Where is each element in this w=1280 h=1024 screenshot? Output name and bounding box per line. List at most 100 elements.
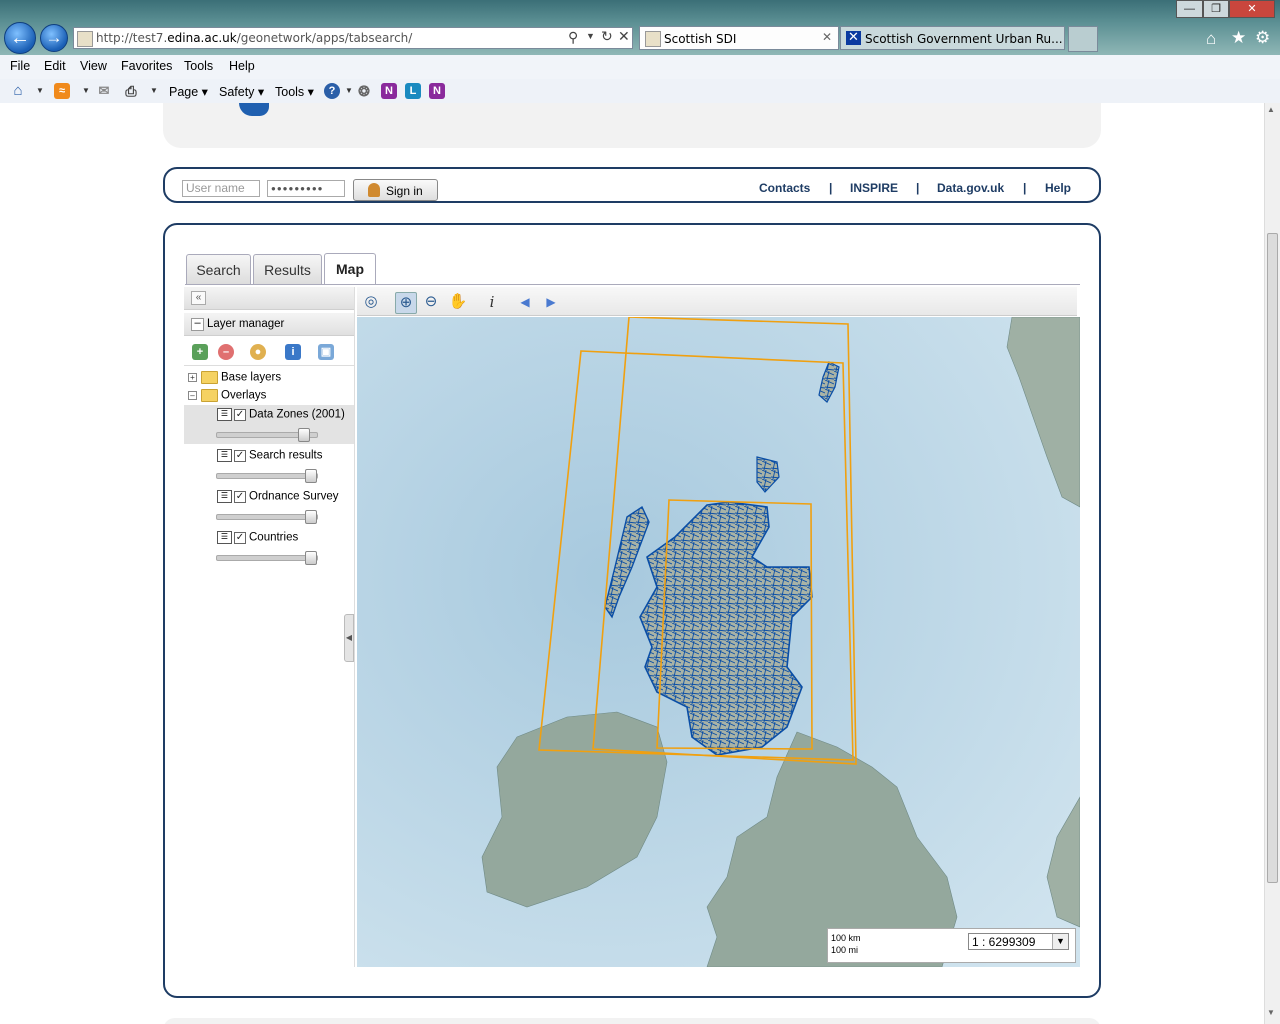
print-icon[interactable]: ⎙	[123, 83, 139, 99]
legend-icon[interactable]: ☰	[217, 408, 232, 421]
legend-icon[interactable]: ☰	[217, 531, 232, 544]
search-icon[interactable]: ⚲	[568, 29, 578, 46]
signin-button[interactable]: Sign in	[353, 179, 438, 201]
collapse-layer-manager-button[interactable]: –	[191, 318, 204, 331]
user-icon	[368, 183, 380, 197]
home-icon[interactable]: ⌂	[1206, 29, 1216, 49]
page-icon	[77, 31, 93, 47]
onenote-linked-icon[interactable]: N	[429, 83, 445, 99]
help-link[interactable]: Help	[1045, 181, 1071, 195]
pan-hand-icon[interactable]: ✋	[448, 292, 468, 312]
tree-overlays[interactable]: – Overlays	[188, 389, 266, 402]
split-collapse-handle[interactable]: ◀	[344, 614, 354, 662]
menu-view[interactable]: View	[80, 59, 107, 73]
new-tab-button[interactable]	[1068, 26, 1098, 52]
datagovuk-link[interactable]: Data.gov.uk	[937, 181, 1004, 195]
slider-handle[interactable]	[305, 469, 317, 483]
layer-checkbox[interactable]: ✓	[234, 531, 246, 544]
menu-file[interactable]: File	[10, 59, 30, 73]
dropdown-arrow-icon[interactable]: ▼	[78, 83, 94, 99]
forward-button[interactable]: →	[40, 24, 68, 52]
legend-icon[interactable]: ☰	[217, 490, 232, 503]
tab-search[interactable]: Search	[186, 254, 251, 285]
close-tab-icon[interactable]: ✕	[822, 30, 832, 44]
back-button[interactable]: ←	[4, 22, 36, 54]
remove-layer-icon[interactable]: –	[218, 344, 234, 360]
layer-checkbox[interactable]: ✓	[234, 449, 246, 462]
slider-handle[interactable]	[298, 428, 310, 442]
menu-tools[interactable]: Tools	[184, 59, 213, 73]
stop-icon[interactable]: ✕	[618, 28, 630, 45]
layer-info-icon[interactable]: i	[285, 344, 301, 360]
dropdown-arrow-icon[interactable]: ▼	[586, 31, 595, 41]
help-icon[interactable]: ?	[324, 83, 340, 99]
rss-feed-icon[interactable]: ≈	[54, 83, 70, 99]
address-bar[interactable]: http://test7.edina.ac.uk/geonetwork/apps…	[73, 27, 633, 49]
menu-edit[interactable]: Edit	[44, 59, 66, 73]
map-view[interactable]	[357, 317, 1080, 967]
add-layer-icon[interactable]: +	[192, 344, 208, 360]
layer-countries[interactable]: ☰ ✓ Countries	[217, 531, 298, 544]
opacity-slider-ordnance-survey[interactable]	[216, 510, 318, 524]
page-scrollbar[interactable]: ▲ ▼	[1264, 103, 1280, 1024]
contacts-link[interactable]: Contacts	[759, 181, 810, 195]
opacity-slider-search-results[interactable]	[216, 469, 318, 483]
dropdown-arrow-icon[interactable]: ▼	[32, 83, 48, 99]
map-toolbar: ◎ ⊕ ⊖ ✋ i ◀ ▶	[357, 287, 1077, 316]
settings-gear-icon[interactable]: ⚙	[1255, 28, 1270, 48]
scale-select[interactable]: 1 : 6299309 ▼	[968, 933, 1069, 950]
slider-handle[interactable]	[305, 510, 317, 524]
next-extent-icon[interactable]: ▶	[541, 292, 561, 312]
zoom-extent-icon[interactable]: ◎	[361, 292, 381, 312]
chevron-down-icon[interactable]: ▼	[1052, 934, 1068, 949]
scroll-down-icon[interactable]: ▼	[1267, 1008, 1275, 1017]
slider-handle[interactable]	[305, 551, 317, 565]
tree-base-layers[interactable]: + Base layers	[188, 371, 281, 384]
username-field[interactable]: User name	[182, 180, 260, 197]
password-field[interactable]: ●●●●●●●●●	[267, 180, 345, 197]
identify-info-icon[interactable]: i	[482, 292, 502, 312]
zoom-out-icon[interactable]: ⊖	[421, 292, 441, 312]
scroll-up-icon[interactable]: ▲	[1267, 105, 1275, 114]
mail-icon[interactable]: ✉	[96, 83, 112, 99]
tab-urban-rural[interactable]: ✕ Scottish Government Urban Ru...	[840, 26, 1065, 50]
safety-menu[interactable]: Safety ▾	[219, 84, 264, 99]
onenote-icon[interactable]: N	[381, 83, 397, 99]
tab-results[interactable]: Results	[253, 254, 322, 285]
legend-icon[interactable]: ☰	[217, 449, 232, 462]
tab-scottish-sdi[interactable]: Scottish SDI ✕	[639, 26, 839, 50]
page-menu[interactable]: Page ▾	[169, 84, 208, 99]
research-icon[interactable]: ❂	[356, 83, 372, 99]
lync-icon[interactable]: L	[405, 83, 421, 99]
layer-data-zones[interactable]: ☰ ✓ Data Zones (2001)	[217, 408, 345, 421]
favorites-star-icon[interactable]: ★	[1231, 28, 1246, 48]
layer-display-icon[interactable]: ▣	[318, 344, 334, 360]
opacity-slider-data-zones[interactable]	[216, 428, 318, 442]
map-canvas[interactable]	[357, 317, 1080, 967]
collapse-panel-button[interactable]: «	[191, 291, 206, 305]
dropdown-arrow-icon[interactable]: ▼	[146, 83, 162, 99]
menu-help[interactable]: Help	[229, 59, 255, 73]
tools-menu[interactable]: Tools ▾	[275, 84, 314, 99]
minimize-button[interactable]: —	[1176, 0, 1203, 18]
zoom-in-icon[interactable]: ⊕	[395, 292, 417, 314]
menu-favorites[interactable]: Favorites	[121, 59, 172, 73]
style-palette-icon[interactable]: ●	[250, 344, 266, 360]
layer-checkbox[interactable]: ✓	[234, 408, 246, 421]
collapse-icon[interactable]: –	[188, 391, 197, 400]
expand-icon[interactable]: +	[188, 373, 197, 382]
layer-search-results[interactable]: ☰ ✓ Search results	[217, 449, 323, 462]
opacity-slider-countries[interactable]	[216, 551, 318, 565]
previous-extent-icon[interactable]: ◀	[515, 292, 535, 312]
dropdown-arrow-icon[interactable]: ▼	[341, 83, 357, 99]
layer-checkbox[interactable]: ✓	[234, 490, 246, 503]
tab-map[interactable]: Map	[324, 253, 376, 285]
maximize-button[interactable]: ❐	[1203, 0, 1229, 18]
home-icon[interactable]: ⌂	[10, 83, 26, 99]
refresh-icon[interactable]: ↻	[601, 28, 613, 45]
layer-ordnance-survey[interactable]: ☰ ✓ Ordnance Survey	[217, 490, 339, 503]
layer-toolbar: + – ● i ▣	[184, 339, 354, 366]
close-window-button[interactable]: ✕	[1229, 0, 1275, 18]
inspire-link[interactable]: INSPIRE	[850, 181, 898, 195]
scroll-thumb[interactable]	[1267, 233, 1278, 883]
